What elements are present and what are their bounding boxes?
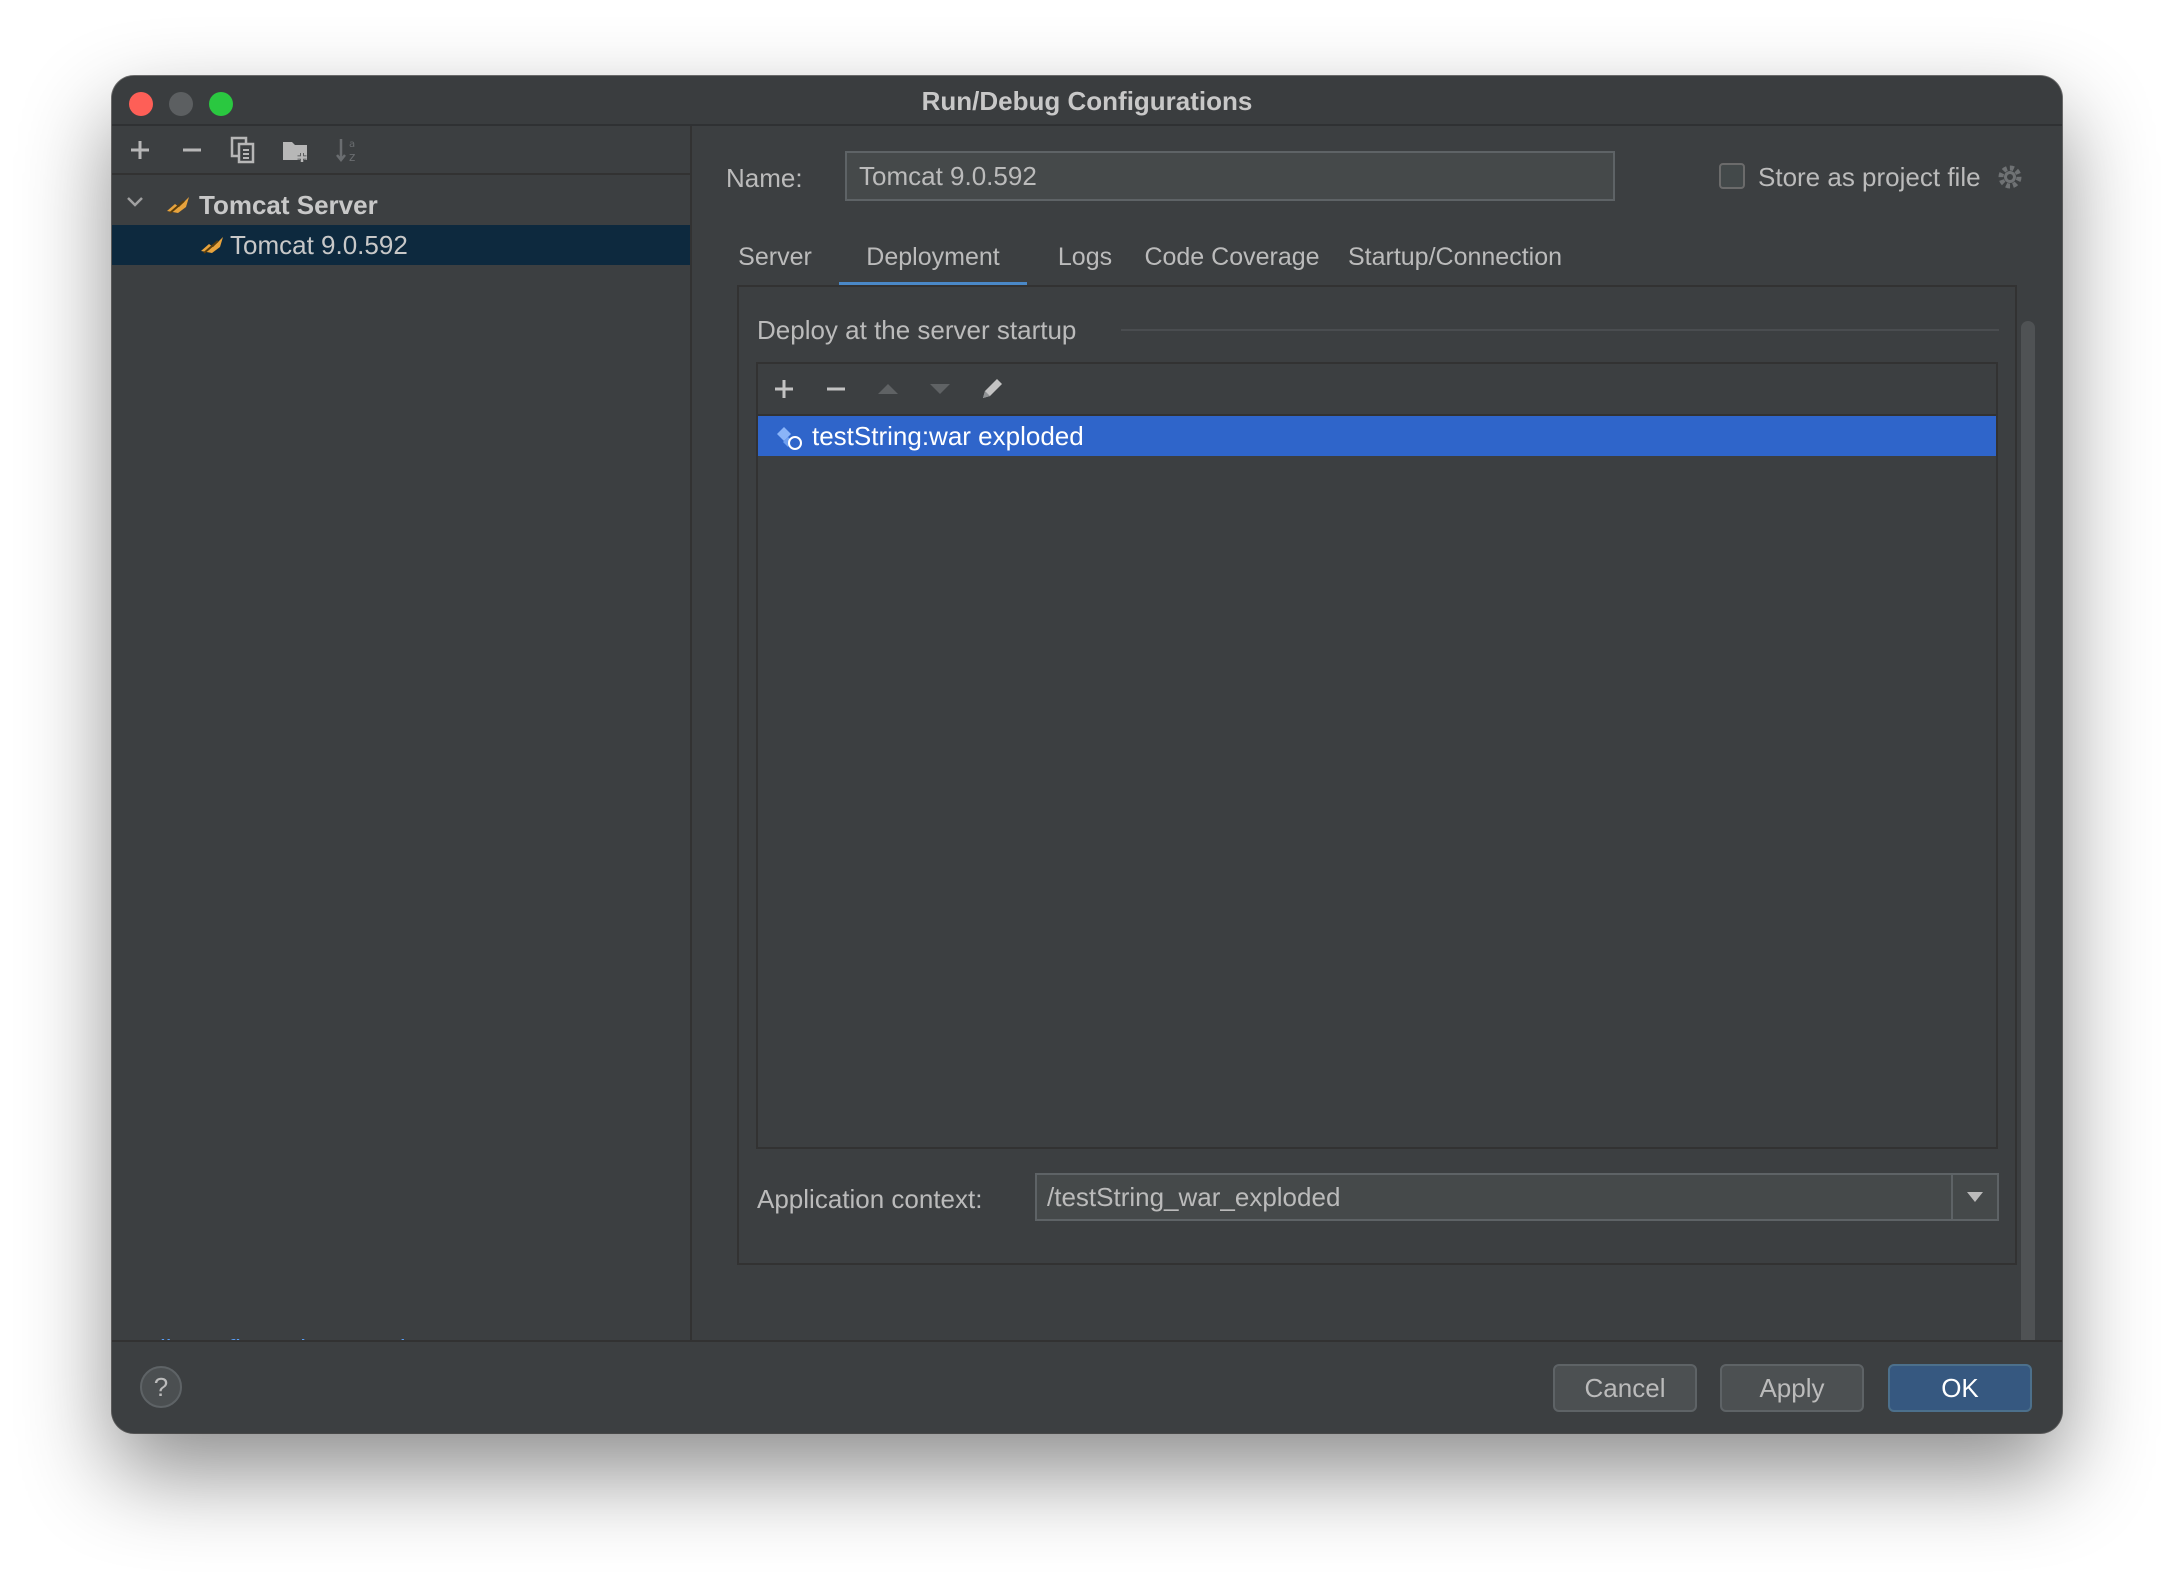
vertical-scrollbar[interactable] [2021, 321, 2035, 1359]
dropdown-arrow-button[interactable] [1951, 1175, 1997, 1219]
ok-button[interactable]: OK [1888, 1364, 2032, 1412]
tree-group-tomcat-server[interactable]: Tomcat Server [112, 185, 690, 225]
chevron-down-icon[interactable] [124, 191, 146, 219]
tab-server[interactable]: Server [737, 232, 813, 282]
copy-icon [230, 136, 255, 164]
minus-icon [827, 387, 845, 391]
section-divider [1121, 329, 1999, 331]
store-as-project-label[interactable]: Store as project file [1758, 162, 1981, 193]
tree-item-tomcat-9-0-592[interactable]: Tomcat 9.0.592 [112, 225, 690, 265]
name-input[interactable]: Tomcat 9.0.592 [845, 151, 1615, 201]
add-artifact-button[interactable] [766, 371, 802, 407]
tomcat-icon [201, 237, 223, 254]
new-folder-icon [283, 142, 307, 162]
cancel-button[interactable]: Cancel [1553, 1364, 1697, 1412]
remove-artifact-button[interactable] [818, 371, 854, 407]
move-up-button[interactable] [870, 371, 906, 407]
deployment-panel: Deploy at the server startup testString:… [737, 285, 2017, 1265]
pencil-icon [983, 379, 1002, 398]
tab-code-coverage[interactable]: Code Coverage [1142, 232, 1322, 282]
sort-configurations-button[interactable]: a z [330, 132, 366, 168]
move-down-button[interactable] [922, 371, 958, 407]
sidebar-toolbar: a z [112, 126, 690, 175]
tab-deployment[interactable]: Deployment [839, 232, 1027, 287]
arrow-up-icon [878, 384, 898, 394]
minus-icon [183, 148, 201, 152]
svg-text:a: a [349, 139, 355, 150]
title-bar: Run/Debug Configurations [112, 76, 2062, 126]
remove-configuration-button[interactable] [174, 132, 210, 168]
run-debug-configurations-dialog: Run/Debug Configurations a z Tomcat Serv… [112, 76, 2062, 1433]
tomcat-icon [167, 197, 189, 214]
chevron-down-icon [1967, 1192, 1983, 1202]
configuration-editor: Name: Tomcat 9.0.592 Store as project fi… [692, 126, 2062, 1359]
app-context-combobox[interactable]: /testString_war_exploded [1035, 1173, 1999, 1221]
name-input-value: Tomcat 9.0.592 [859, 160, 1037, 191]
artifact-row[interactable]: testString:war exploded [758, 416, 1996, 456]
tab-logs[interactable]: Logs [1047, 232, 1123, 282]
deployment-artifact-list: testString:war exploded [756, 362, 1998, 1149]
copy-configuration-button[interactable] [225, 132, 261, 168]
gear-icon[interactable] [1996, 163, 2024, 191]
apply-button[interactable]: Apply [1720, 1364, 1864, 1412]
artifact-label: testString:war exploded [812, 420, 1084, 451]
help-button[interactable]: ? [140, 1366, 182, 1408]
name-label: Name: [726, 163, 803, 193]
plus-icon [775, 380, 793, 398]
add-configuration-button-2[interactable] [122, 132, 158, 168]
store-as-project-checkbox[interactable] [1719, 163, 1745, 189]
deploy-section-title: Deploy at the server startup [757, 315, 1077, 345]
configurations-sidebar: a z Tomcat Server Tomcat 9.0.592 Edit co… [112, 126, 692, 1364]
app-context-label: Application context: [757, 1184, 983, 1214]
artifact-exploded-icon [777, 427, 802, 450]
sort-alpha-icon: a z [336, 139, 355, 164]
arrow-down-icon [930, 384, 950, 394]
edit-artifact-button[interactable] [974, 371, 1010, 407]
tree-item-label: Tomcat 9.0.592 [230, 229, 408, 260]
app-context-value: /testString_war_exploded [1047, 1181, 1341, 1212]
move-to-folder-button[interactable] [278, 132, 314, 168]
dialog-footer: ? Cancel Apply OK [112, 1340, 2062, 1433]
plus-icon [131, 141, 149, 159]
window-title: Run/Debug Configurations [921, 86, 1253, 116]
svg-text:z: z [349, 150, 355, 164]
artifact-list-toolbar [758, 364, 1996, 416]
tree-group-label: Tomcat Server [199, 189, 378, 220]
tab-startup-connection[interactable]: Startup/Connection [1341, 232, 1569, 282]
